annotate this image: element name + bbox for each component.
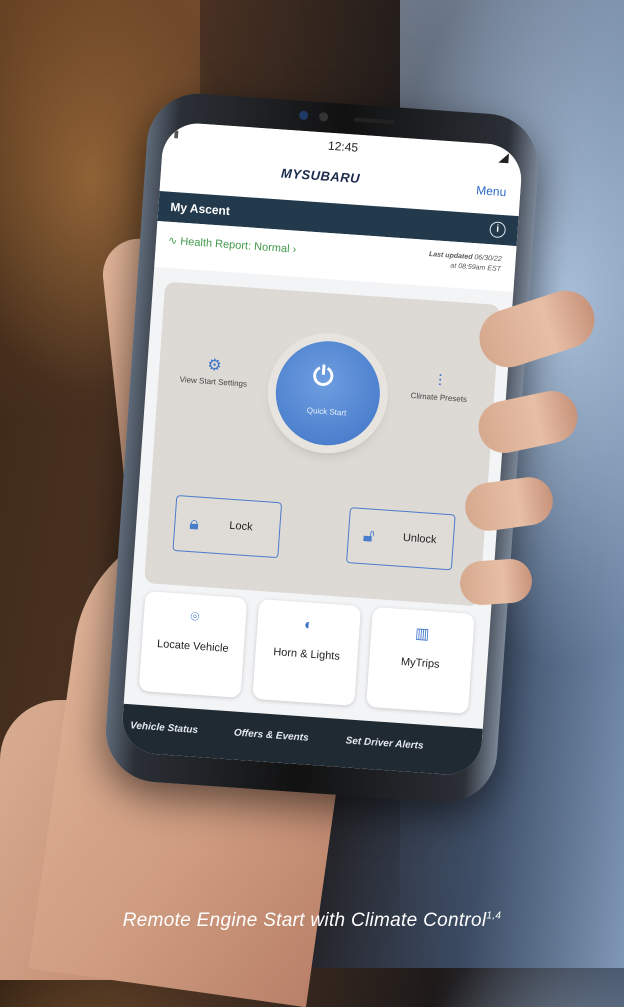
caption-footnote: 1,4: [486, 910, 502, 922]
mytrips-tile[interactable]: ▥ MyTrips: [366, 606, 475, 714]
vehicle-name: My Ascent: [169, 199, 231, 218]
power-icon: ⏻: [312, 360, 335, 392]
map-icon: ▥: [414, 624, 430, 643]
feature-tiles: ⌾ Locate Vehicle ◐ Horn & Lights ▥ MyTri…: [130, 590, 484, 718]
headlight-icon: ◐: [303, 616, 314, 634]
last-updated-date: 06/30/22: [474, 254, 502, 264]
camera-icon: [298, 110, 309, 121]
last-updated-time: at 08:59am EST: [450, 262, 502, 274]
signal-icon: [498, 152, 510, 164]
view-start-settings-button[interactable]: ⚙ View Start Settings: [178, 356, 250, 390]
locate-vehicle-tile[interactable]: ⌾ Locate Vehicle: [138, 591, 248, 698]
smartphone: ▮ 12:45 MYSUBARU Menu My Ascent i ∿ Heal…: [102, 90, 542, 806]
climate-presets-button[interactable]: ⫶ Climate Presets: [404, 372, 476, 406]
menu-button[interactable]: Menu: [476, 183, 507, 199]
tile-label: Locate Vehicle: [156, 637, 229, 655]
caption: Remote Engine Start with Climate Control…: [0, 910, 624, 932]
mysubaru-logo: MYSUBARU: [280, 165, 361, 186]
unlock-icon: 🔓︎: [362, 525, 376, 546]
nav-offers-events[interactable]: Offers & Events: [234, 728, 309, 744]
nav-set-driver-alerts[interactable]: Set Driver Alerts: [345, 735, 424, 751]
sensor-icon: [318, 112, 329, 122]
info-icon[interactable]: i: [489, 221, 507, 239]
little-finger: [458, 557, 534, 607]
lock-label: Lock: [228, 519, 253, 534]
quick-start-button[interactable]: ⏻ Quick Start: [272, 337, 384, 449]
quick-start-label: Quick Start: [306, 405, 347, 418]
tile-label: Horn & Lights: [272, 646, 341, 663]
status-time: 12:45: [327, 138, 359, 155]
last-updated: Last updated 06/30/22 at 08:59am EST: [428, 250, 502, 275]
health-report-link[interactable]: ∿ Health Report: Normal ›: [168, 234, 297, 256]
caption-text: Remote Engine Start with Climate Control: [122, 910, 487, 931]
lock-button[interactable]: 🔒︎ Lock: [172, 494, 283, 559]
last-updated-label: Last updated: [428, 251, 473, 262]
sliders-icon: ⫶: [437, 372, 443, 391]
unlock-label: Unlock: [402, 531, 437, 547]
horn-lights-tile[interactable]: ◐ Horn & Lights: [252, 598, 362, 706]
lock-icon: 🔒︎: [188, 512, 200, 534]
climate-presets-label: Climate Presets: [410, 391, 468, 404]
gear-icon: ⚙: [206, 356, 223, 375]
battery-icon: ▮: [173, 128, 180, 141]
phone-screen: ▮ 12:45 MYSUBARU Menu My Ascent i ∿ Heal…: [120, 121, 524, 777]
nav-vehicle-status[interactable]: Vehicle Status: [130, 720, 199, 736]
tile-label: MyTrips: [400, 656, 440, 671]
remote-control-panel: ⚙ View Start Settings ⏻ Quick Start ⫶ Cl…: [144, 281, 501, 607]
health-report-label: Health Report: Normal: [179, 235, 290, 256]
location-pin-icon: ⌾: [189, 608, 200, 626]
earpiece-speaker: [353, 117, 395, 125]
unlock-button[interactable]: 🔓︎ Unlock: [346, 507, 456, 571]
view-start-settings-label: View Start Settings: [179, 374, 248, 389]
